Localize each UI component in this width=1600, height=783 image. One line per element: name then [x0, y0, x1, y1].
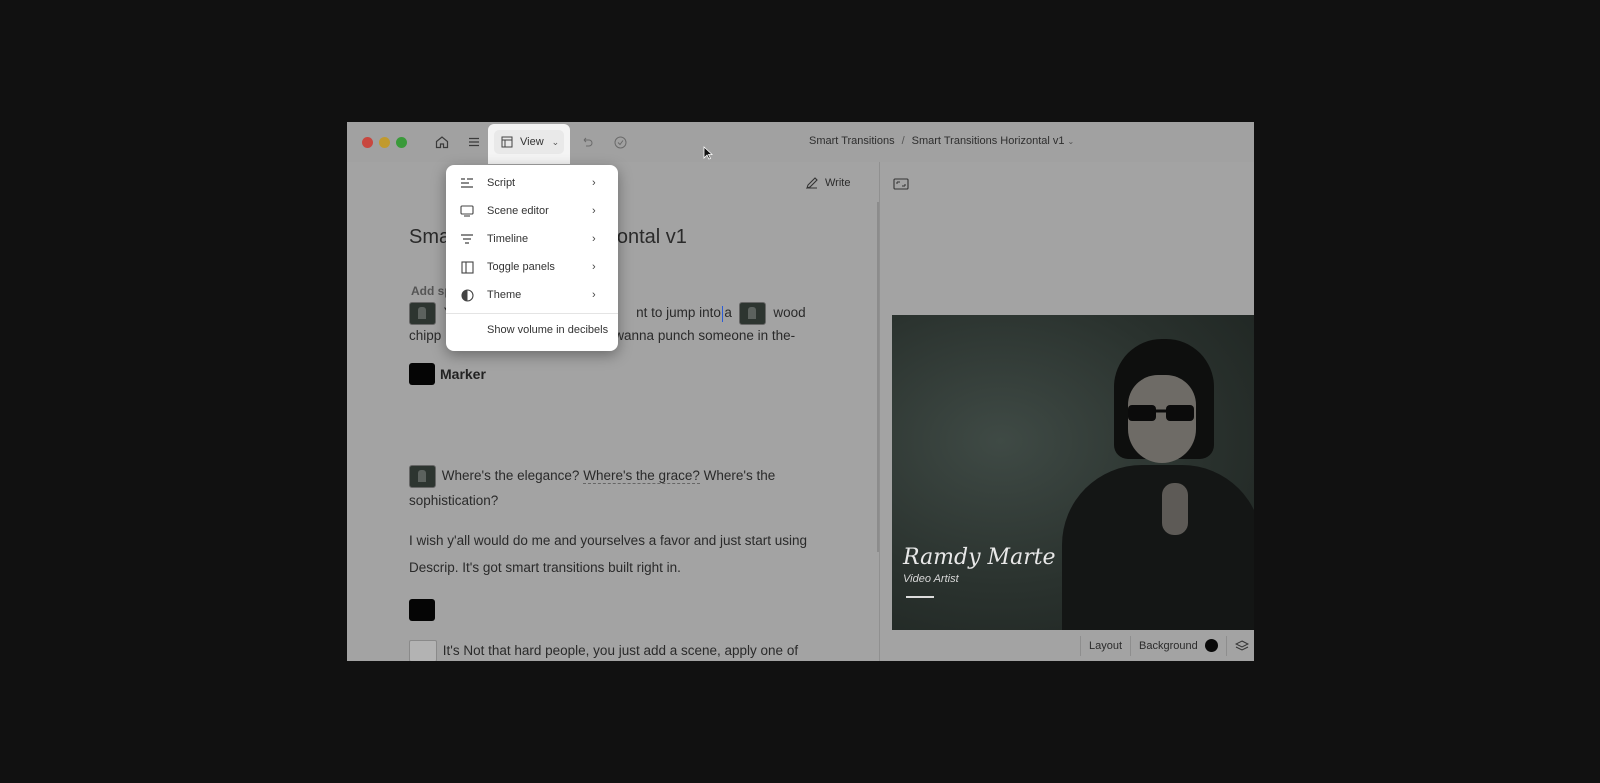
view-dropdown-menu: Script › Scene editor › Timeline › Toggl… [446, 165, 618, 351]
line-fragment: wanna punch someone in the- [614, 328, 796, 343]
menu-item-label: Timeline [487, 233, 529, 245]
chevron-right-icon: › [592, 289, 596, 301]
background-label: Background [1139, 639, 1198, 652]
mouse-pointer-icon [703, 146, 713, 160]
status-check-icon[interactable] [609, 131, 631, 153]
close-window-button[interactable] [362, 137, 373, 148]
menu-item-label: Show volume in decibels [487, 324, 609, 336]
breadcrumb-project[interactable]: Smart Transitions [809, 135, 895, 147]
layout-button[interactable]: Layout [1080, 635, 1130, 656]
menu-item-script[interactable]: Script › [446, 169, 618, 197]
scene-thumbnail[interactable] [409, 302, 436, 325]
menu-item-label: Script [487, 177, 516, 189]
layout-label: Layout [1089, 639, 1123, 652]
menu-item-label: Theme [487, 289, 522, 301]
view-menu-button[interactable]: View ⌄ [494, 130, 564, 154]
title-start: Sma [409, 226, 451, 248]
video-preview[interactable]: Ramdy Marte Video Artist [892, 315, 1254, 630]
marker[interactable]: Marker [409, 363, 486, 385]
chevron-right-icon: › [592, 205, 596, 217]
view-label: View [520, 136, 544, 148]
script-line[interactable]: Where's the elegance? Where's the grace?… [409, 465, 775, 488]
marker-swatch [409, 363, 435, 385]
line-fragment: chipp [409, 328, 442, 343]
menu-separator [446, 313, 618, 314]
menu-item-label: Scene editor [487, 205, 549, 217]
script-line[interactable]: sophistication? [409, 493, 498, 508]
menu-item-scene-editor[interactable]: Scene editor › [446, 197, 618, 225]
undo-icon[interactable] [576, 131, 598, 153]
script-icon [460, 176, 474, 190]
line-fragment: wood [773, 305, 806, 321]
breadcrumb: Smart Transitions / Smart Transitions Hori… [809, 135, 1074, 147]
script-line[interactable]: Descrip. It's got smart transitions buil… [409, 560, 681, 575]
chevron-down-icon[interactable]: ⌄ [1068, 137, 1075, 146]
pen-icon [806, 177, 818, 189]
scene-thumbnail[interactable] [409, 465, 436, 488]
fullscreen-icon[interactable] [893, 178, 909, 190]
background-color-swatch [1204, 639, 1218, 652]
hamburger-menu-icon[interactable] [463, 131, 485, 153]
scene-icon[interactable] [409, 640, 437, 661]
title-underline [906, 596, 934, 598]
canvas-toolbar: Layout Background [1080, 630, 1254, 661]
home-icon[interactable] [431, 131, 453, 153]
panel-divider[interactable] [879, 162, 880, 661]
scene-editor-icon [460, 204, 474, 218]
line-fragment: a [724, 305, 732, 321]
layers-button[interactable] [1225, 635, 1254, 656]
title-end: ontal v1 [616, 226, 687, 248]
breadcrumb-separator: / [901, 135, 905, 147]
menu-item-label: Toggle panels [487, 261, 555, 273]
script-scrollbar[interactable] [877, 202, 879, 552]
minimize-window-button[interactable] [379, 137, 390, 148]
line-fragment: Where's the grace? [583, 468, 700, 485]
write-button[interactable]: Write [805, 176, 850, 190]
marker-swatch [409, 599, 435, 621]
breadcrumb-composition[interactable]: Smart Transitions Horizontal v1 [912, 135, 1065, 147]
line-fragment: Where's the [703, 468, 776, 484]
chevron-down-icon: ⌄ [551, 136, 560, 147]
marker-label: Marker [440, 366, 486, 382]
menu-item-show-volume-decibels[interactable]: Show volume in decibels [446, 316, 618, 344]
line-fragment: Where's the elegance? [441, 468, 580, 484]
scene-thumbnail[interactable] [738, 302, 766, 325]
line-fragment: It's Not that hard people, you just add … [442, 642, 799, 658]
toggle-panels-icon [460, 260, 474, 274]
background-button[interactable]: Background [1130, 635, 1226, 656]
line-fragment: nt to jump into [636, 305, 721, 321]
presenter-name: Ramdy Marte [903, 545, 1056, 570]
layers-icon [1234, 639, 1249, 651]
menu-item-timeline[interactable]: Timeline › [446, 225, 618, 253]
script-line[interactable]: It's Not that hard people, you just add … [409, 640, 798, 661]
chevron-right-icon: › [592, 233, 596, 245]
write-label: Write [825, 177, 851, 189]
timeline-icon [460, 232, 474, 246]
menu-item-theme[interactable]: Theme › [446, 281, 618, 309]
person-image [1062, 465, 1254, 630]
theme-icon [460, 288, 474, 302]
maximize-window-button[interactable] [396, 137, 407, 148]
chevron-right-icon: › [592, 261, 596, 273]
marker[interactable] [409, 599, 435, 621]
title-bar: View ⌄ Smart Transitions / Smart Transitio… [347, 122, 1254, 164]
layout-icon [501, 136, 513, 148]
script-line[interactable]: I wish y'all would do me and yourselves … [409, 533, 807, 548]
presenter-role: Video Artist [903, 573, 959, 585]
view-menu-tab: View ⌄ [488, 124, 713, 164]
menu-item-toggle-panels[interactable]: Toggle panels › [446, 253, 618, 281]
chevron-right-icon: › [592, 177, 596, 189]
